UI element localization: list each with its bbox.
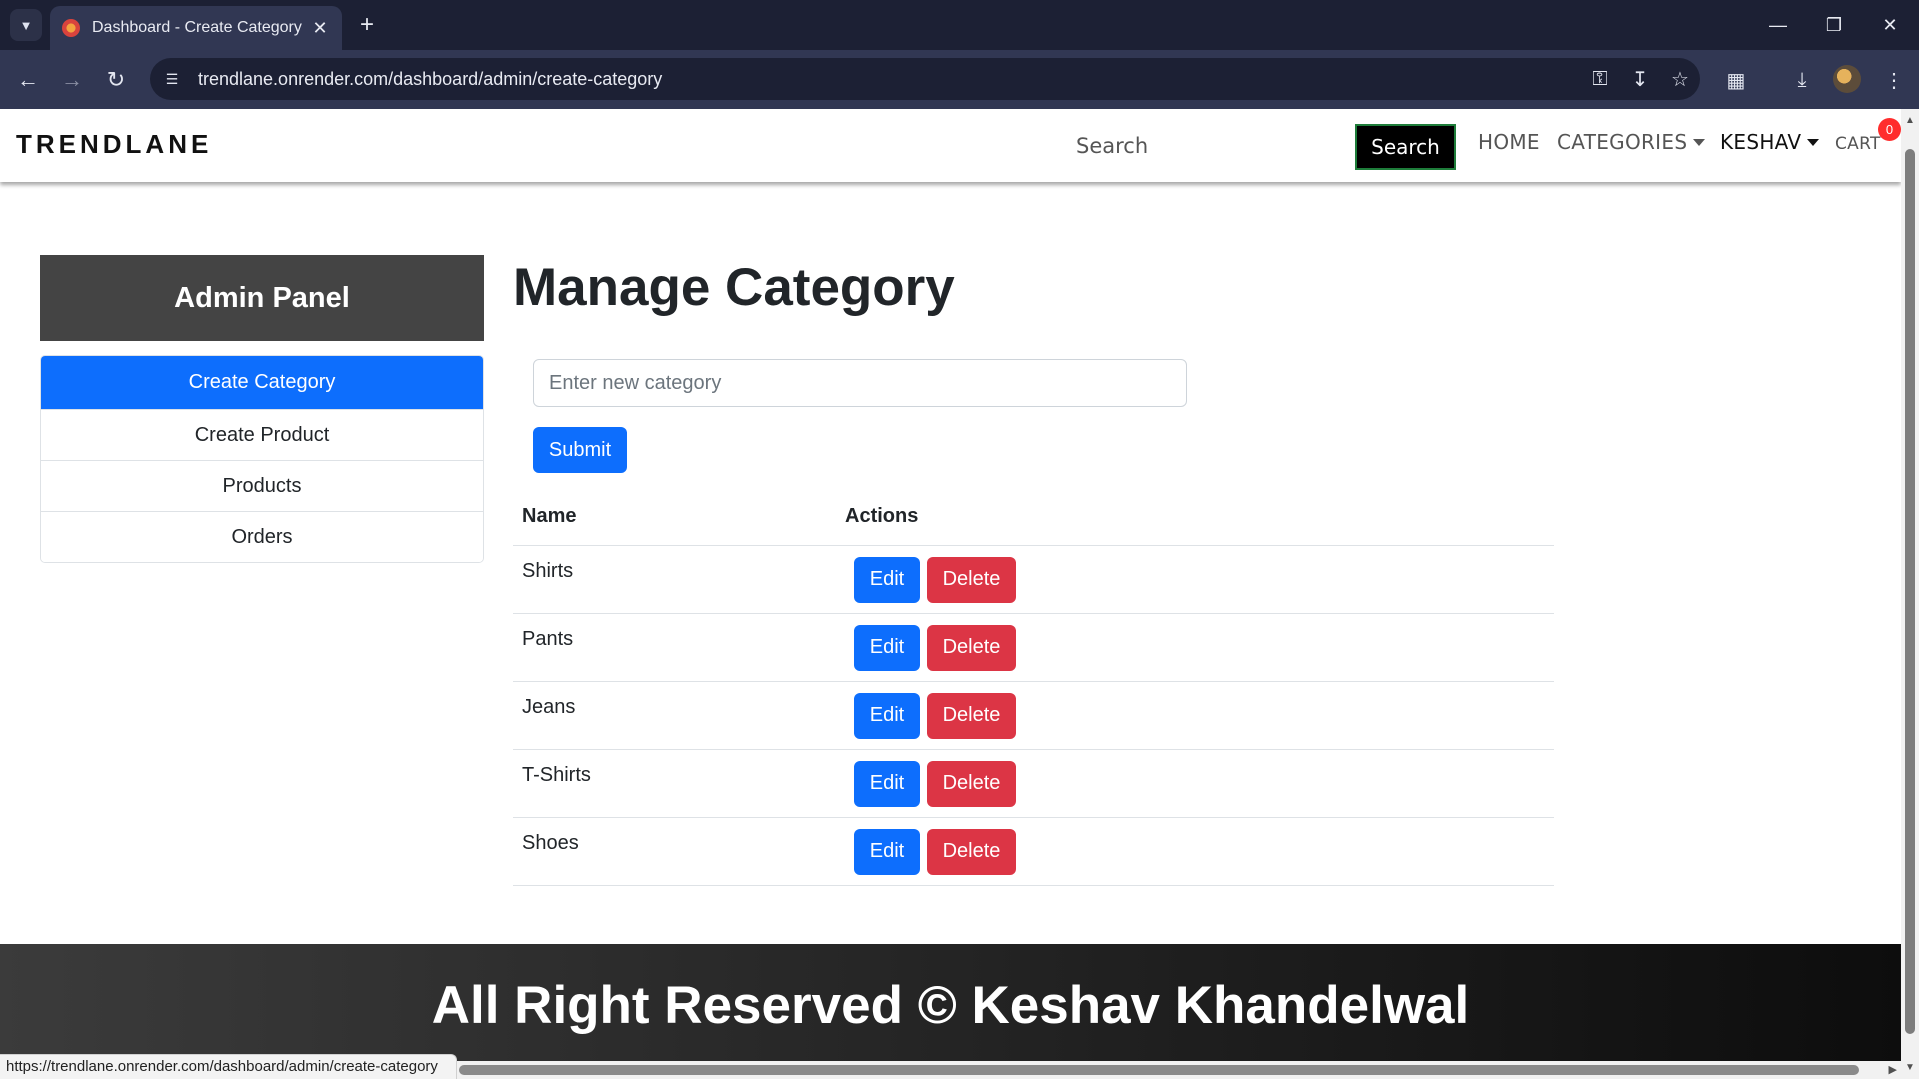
menu-item-orders[interactable]: Orders [41,511,483,562]
menu-item-create-category[interactable]: Create Category [41,356,483,409]
page-title: Manage Category [513,258,955,317]
actions-cell: Edit Delete [836,613,1554,682]
edit-button[interactable]: Edit [854,760,920,807]
admin-panel-title: Admin Panel [40,255,484,341]
tab-title: Dashboard - Create Category [92,19,302,36]
close-window-icon[interactable]: ✕ [1862,0,1918,50]
table-row: Pants Edit Delete [513,613,1554,682]
column-header-name: Name [513,489,836,546]
tab-search-button[interactable]: ▼ [10,9,42,41]
table-row: Shirts Edit Delete [513,545,1554,614]
download-icon[interactable]: ⤓ [1786,64,1818,96]
address-bar[interactable]: ☰ trendlane.onrender.com/dashboard/admin… [150,58,1700,100]
caret-down-icon [1807,139,1820,146]
delete-button[interactable]: Delete [927,624,1016,671]
table-header-row: Name Actions [513,489,1554,546]
password-key-icon[interactable]: ⚿ [1580,63,1620,95]
nav-cart[interactable]: CART [1835,134,1881,154]
bookmark-star-icon[interactable]: ☆ [1660,63,1700,95]
menu-kebab-icon[interactable]: ⋮ [1878,64,1910,96]
vertical-scrollbar[interactable]: ▲ ▼ [1901,109,1919,1079]
delete-button[interactable]: Delete [927,828,1016,875]
menu-item-products[interactable]: Products [41,460,483,511]
link-status-bar: https://trendlane.onrender.com/dashboard… [0,1054,457,1079]
page-viewport: TRENDLANE Search HOME CATEGORIES KESHAV … [0,109,1901,1079]
profile-avatar[interactable] [1833,65,1861,93]
submit-button[interactable]: Submit [533,427,627,473]
table-row: T-Shirts Edit Delete [513,749,1554,818]
cart-count-badge: 0 [1878,118,1901,141]
delete-button[interactable]: Delete [927,556,1016,603]
install-app-icon[interactable]: ↧ [1620,63,1660,95]
brand-logo[interactable]: TRENDLANE [16,129,212,160]
actions-cell: Edit Delete [836,545,1554,614]
nav-user[interactable]: KESHAV [1720,130,1820,154]
new-tab-button[interactable]: + [352,10,382,40]
vertical-scroll-thumb[interactable] [1905,149,1915,1034]
edit-button[interactable]: Edit [854,556,920,603]
horizontal-scrollbar[interactable]: ▶ [455,1061,1901,1079]
category-name: Shoes [513,817,836,886]
close-tab-icon[interactable]: ✕ [310,18,330,39]
edit-button[interactable]: Edit [854,624,920,671]
table-row: Shoes Edit Delete [513,817,1554,886]
actions-cell: Edit Delete [836,681,1554,750]
browser-tab-bar: ▼ Dashboard - Create Category ✕ + — ❐ ✕ [0,0,1919,50]
actions-cell: Edit Delete [836,817,1554,886]
scroll-right-icon[interactable]: ▶ [1889,1063,1897,1076]
delete-button[interactable]: Delete [927,760,1016,807]
category-name: Pants [513,613,836,682]
footer-copyright: All Right Reserved © Keshav Khandelwal [431,976,1470,1035]
extensions-icon[interactable]: ▦ [1720,64,1752,96]
forward-icon[interactable]: → [56,64,88,96]
site-info-icon[interactable]: ☰ [156,63,188,95]
nav-home[interactable]: HOME [1478,130,1540,154]
search-button[interactable]: Search [1355,124,1456,170]
table-row: Jeans Edit Delete [513,681,1554,750]
caret-down-icon [1693,139,1706,146]
search-input[interactable] [1062,124,1344,168]
delete-button[interactable]: Delete [927,692,1016,739]
url-text[interactable]: trendlane.onrender.com/dashboard/admin/c… [198,69,1580,90]
browser-tab[interactable]: Dashboard - Create Category ✕ [50,6,342,50]
edit-button[interactable]: Edit [854,692,920,739]
reload-icon[interactable]: ↻ [100,64,132,96]
horizontal-scroll-thumb[interactable] [459,1065,1859,1075]
category-name: Jeans [513,681,836,750]
minimize-icon[interactable]: — [1750,0,1806,50]
browser-toolbar: ← → ↻ ☰ trendlane.onrender.com/dashboard… [0,50,1919,109]
category-name: T-Shirts [513,749,836,818]
restore-icon[interactable]: ❐ [1806,0,1862,50]
nav-user-label: KESHAV [1720,130,1802,154]
new-category-input[interactable] [533,359,1187,407]
edit-button[interactable]: Edit [854,828,920,875]
site-header: TRENDLANE Search HOME CATEGORIES KESHAV … [0,109,1901,182]
scroll-up-icon[interactable]: ▲ [1905,115,1915,126]
back-icon[interactable]: ← [12,64,44,96]
site-favicon-icon [62,19,80,37]
chevron-down-icon: ▼ [19,17,33,33]
nav-categories-label: CATEGORIES [1557,130,1688,154]
admin-menu: Create Category Create Product Products … [40,355,484,563]
column-header-actions: Actions [836,489,1554,546]
category-table: Name Actions Shirts Edit Delete Pants Edi… [513,489,1554,886]
actions-cell: Edit Delete [836,749,1554,818]
menu-item-create-product[interactable]: Create Product [41,409,483,460]
nav-categories[interactable]: CATEGORIES [1557,130,1706,154]
scroll-down-icon[interactable]: ▼ [1905,1062,1915,1073]
category-name: Shirts [513,545,836,614]
